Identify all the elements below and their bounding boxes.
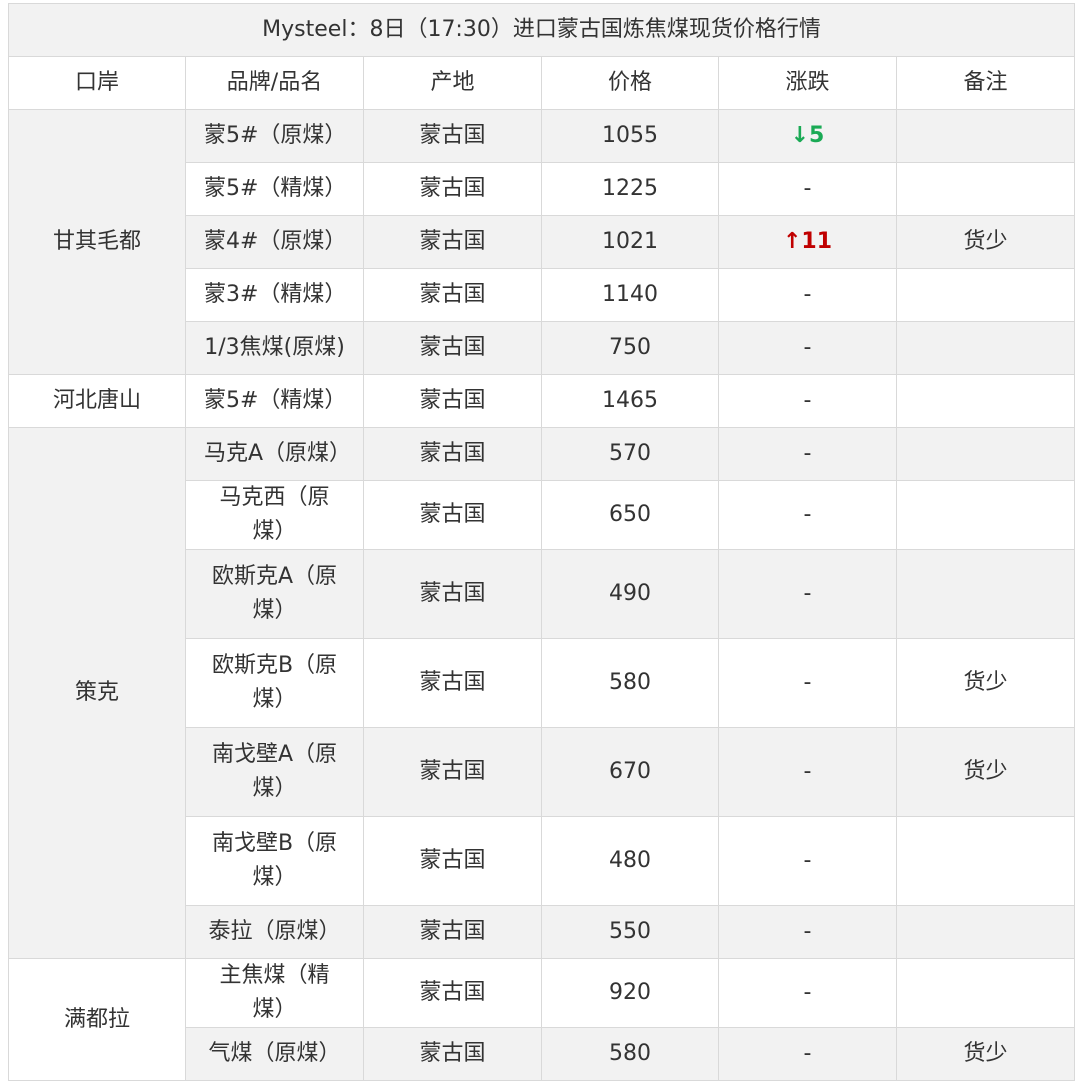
- change-cell: -: [718, 958, 897, 1028]
- price-cell: 920: [541, 958, 719, 1028]
- note-cell: [895, 958, 1076, 1028]
- price-cell: 570: [541, 427, 719, 481]
- origin-cell: 蒙古国: [363, 905, 542, 959]
- table-row: 满都拉 主焦煤（精煤） 蒙古国 920 -: [8, 958, 1076, 1081]
- price-cell: 650: [541, 480, 719, 550]
- note-cell: 货少: [895, 1027, 1076, 1081]
- brand-cell: 蒙4#（原煤）: [185, 215, 364, 269]
- origin-cell: 蒙古国: [363, 109, 542, 163]
- change-cell: -: [718, 905, 897, 959]
- table-title: Mysteel：8日（17:30）进口蒙古国炼焦煤现货价格行情: [7, 3, 1076, 57]
- table-row: 河北唐山 蒙5#（精煤） 蒙古国 1465 -: [8, 374, 1076, 428]
- port-cell: 策克: [8, 427, 186, 959]
- note-cell: 货少: [895, 638, 1076, 728]
- price-cell: 1225: [541, 162, 719, 216]
- brand-cell: 蒙3#（精煤）: [185, 268, 364, 322]
- brand-cell: 气煤（原煤）: [185, 1027, 364, 1081]
- change-cell: -: [718, 727, 897, 817]
- header-change: 涨跌: [718, 56, 897, 110]
- change-cell: -: [718, 374, 897, 428]
- price-cell: 550: [541, 905, 719, 959]
- change-cell: -: [718, 638, 897, 728]
- price-cell: 1055: [541, 109, 719, 163]
- brand-cell: 蒙5#（精煤）: [185, 162, 364, 216]
- origin-cell: 蒙古国: [363, 1027, 542, 1081]
- brand-cell: 欧斯克B（原煤）: [185, 638, 364, 728]
- note-cell: [895, 480, 1076, 550]
- brand-cell: 马克A（原煤）: [185, 427, 364, 481]
- price-table: Mysteel：8日（17:30）进口蒙古国炼焦煤现货价格行情 口岸 品牌/品名…: [7, 3, 1076, 1081]
- table-row: 策克 马克A（原煤） 蒙古国 570 -: [8, 427, 1076, 959]
- note-cell: [895, 109, 1076, 163]
- header-note: 备注: [895, 56, 1076, 110]
- note-cell: [895, 905, 1076, 959]
- note-cell: 货少: [895, 727, 1076, 817]
- note-cell: [895, 374, 1076, 428]
- price-cell: 750: [541, 321, 719, 375]
- header-brand: 品牌/品名: [185, 56, 364, 110]
- brand-cell: 欧斯克A（原煤）: [185, 549, 364, 639]
- change-cell: -: [718, 321, 897, 375]
- brand-cell: 1/3焦煤(原煤): [185, 321, 364, 375]
- note-cell: [895, 549, 1076, 639]
- price-cell: 480: [541, 816, 719, 906]
- brand-cell: 马克西（原煤）: [185, 480, 364, 550]
- note-cell: [895, 321, 1076, 375]
- brand-cell: 南戈壁B（原煤）: [185, 816, 364, 906]
- origin-cell: 蒙古国: [363, 215, 542, 269]
- title-row: Mysteel：8日（17:30）进口蒙古国炼焦煤现货价格行情: [7, 3, 1076, 57]
- price-cell: 1021: [541, 215, 719, 269]
- origin-cell: 蒙古国: [363, 427, 542, 481]
- table-row: 甘其毛都 蒙5#（原煤） 蒙古国 1055 ↓5: [8, 109, 1076, 375]
- price-cell: 1465: [541, 374, 719, 428]
- origin-cell: 蒙古国: [363, 374, 542, 428]
- brand-cell: 南戈壁A（原煤）: [185, 727, 364, 817]
- change-cell: -: [718, 268, 897, 322]
- header-row: 口岸 品牌/品名 产地 价格 涨跌 备注: [8, 56, 1076, 110]
- header-price: 价格: [541, 56, 719, 110]
- port-cell: 满都拉: [8, 958, 186, 1081]
- port-cell: 河北唐山: [8, 374, 186, 428]
- origin-cell: 蒙古国: [363, 638, 542, 728]
- change-cell: -: [718, 549, 897, 639]
- change-cell-up: ↑11: [718, 215, 897, 269]
- note-cell: 货少: [895, 215, 1076, 269]
- note-cell: [895, 162, 1076, 216]
- change-cell: -: [718, 162, 897, 216]
- price-cell: 1140: [541, 268, 719, 322]
- origin-cell: 蒙古国: [363, 480, 542, 550]
- brand-cell: 蒙5#（原煤）: [185, 109, 364, 163]
- brand-cell: 蒙5#（精煤）: [185, 374, 364, 428]
- origin-cell: 蒙古国: [363, 321, 542, 375]
- price-cell: 580: [541, 638, 719, 728]
- header-origin: 产地: [363, 56, 542, 110]
- origin-cell: 蒙古国: [363, 268, 542, 322]
- brand-cell: 主焦煤（精煤）: [185, 958, 364, 1028]
- price-cell: 670: [541, 727, 719, 817]
- note-cell: [895, 816, 1076, 906]
- change-cell: -: [718, 480, 897, 550]
- origin-cell: 蒙古国: [363, 958, 542, 1028]
- price-cell: 580: [541, 1027, 719, 1081]
- change-cell: -: [718, 427, 897, 481]
- change-cell-down: ↓5: [718, 109, 897, 163]
- note-cell: [895, 427, 1076, 481]
- note-cell: [895, 268, 1076, 322]
- port-cell: 甘其毛都: [8, 109, 186, 375]
- change-cell: -: [718, 816, 897, 906]
- origin-cell: 蒙古国: [363, 727, 542, 817]
- origin-cell: 蒙古国: [363, 549, 542, 639]
- brand-cell: 泰拉（原煤）: [185, 905, 364, 959]
- origin-cell: 蒙古国: [363, 162, 542, 216]
- header-port: 口岸: [8, 56, 186, 110]
- price-table-container: Mysteel：8日（17:30）进口蒙古国炼焦煤现货价格行情 口岸 品牌/品名…: [7, 3, 1076, 1081]
- change-cell: -: [718, 1027, 897, 1081]
- origin-cell: 蒙古国: [363, 816, 542, 906]
- price-cell: 490: [541, 549, 719, 639]
